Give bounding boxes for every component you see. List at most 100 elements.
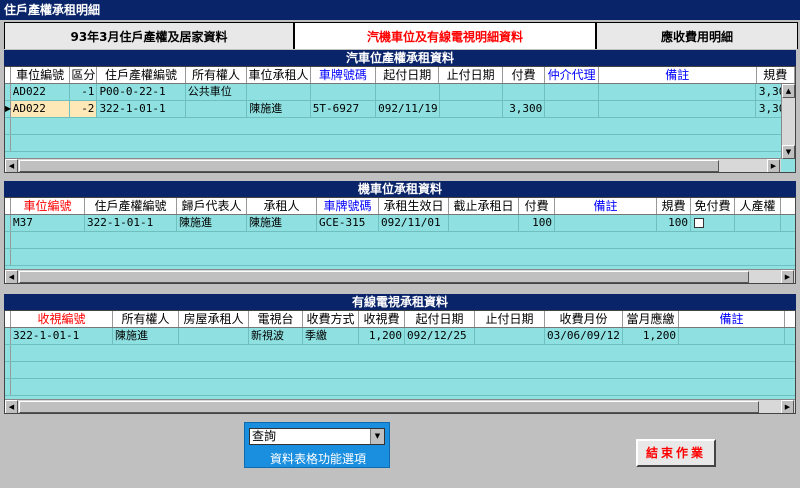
- car-col-owner[interactable]: 所有權人: [186, 67, 248, 83]
- table-row[interactable]: AD022 -1 P00-0-22-1 公共車位 3,300: [5, 84, 795, 101]
- cable-cell[interactable]: [475, 328, 545, 344]
- cable-col-start[interactable]: 起付日期: [405, 311, 475, 327]
- car-col-fee2[interactable]: 規費: [757, 67, 795, 83]
- car-col-note[interactable]: 備註: [599, 67, 757, 83]
- moto-cell[interactable]: 100: [657, 215, 691, 231]
- moto-cell[interactable]: [735, 215, 781, 231]
- car-cell[interactable]: [376, 84, 440, 100]
- moto-cell[interactable]: 陳施進: [177, 215, 247, 231]
- car-cell[interactable]: AD022: [11, 84, 71, 100]
- car-cell[interactable]: [440, 84, 503, 100]
- car-cell[interactable]: 5T-6927: [311, 101, 377, 117]
- cable-col-tenant[interactable]: 房屋承租人: [179, 311, 249, 327]
- function-select[interactable]: 查詢 ▼: [249, 428, 385, 445]
- moto-cell[interactable]: M37: [11, 215, 85, 231]
- scroll-down-icon[interactable]: ▼: [782, 145, 795, 159]
- car-hscroll[interactable]: ◀ ▶: [5, 158, 781, 172]
- car-col-spot-no[interactable]: 車位編號: [11, 67, 71, 83]
- moto-col-tenant[interactable]: 承租人: [247, 198, 317, 214]
- scroll-left-icon[interactable]: ◀: [5, 270, 18, 283]
- cable-col-months[interactable]: 收費月份: [545, 311, 623, 327]
- cable-col-owner[interactable]: 所有權人: [113, 311, 179, 327]
- car-cell[interactable]: 3,300: [503, 101, 546, 117]
- end-session-button[interactable]: 結束作業: [636, 439, 716, 467]
- car-cell[interactable]: 092/11/19: [376, 101, 440, 117]
- scroll-left-icon[interactable]: ◀: [5, 159, 18, 172]
- moto-cell[interactable]: 322-1-01-1: [85, 215, 177, 231]
- cable-cell[interactable]: [679, 328, 785, 344]
- moto-col-fee2[interactable]: 規費: [657, 198, 691, 214]
- moto-col-end[interactable]: 截止承租日: [449, 198, 519, 214]
- car-cell[interactable]: 公共車位: [186, 84, 248, 100]
- moto-col-rep[interactable]: 歸戶代表人: [177, 198, 247, 214]
- cable-cell[interactable]: 1,200: [359, 328, 405, 344]
- scroll-up-icon[interactable]: ▲: [782, 84, 795, 98]
- car-cell[interactable]: AD022: [10, 101, 71, 117]
- moto-col-fee[interactable]: 付費: [519, 198, 555, 214]
- cable-cell[interactable]: 03/06/09/12: [545, 328, 623, 344]
- cable-col-note[interactable]: 備註: [679, 311, 785, 327]
- cable-cell[interactable]: 新視波: [249, 328, 303, 344]
- car-cell[interactable]: [311, 84, 377, 100]
- car-cell[interactable]: [599, 84, 757, 100]
- scroll-thumb[interactable]: [19, 160, 719, 172]
- moto-cell[interactable]: 092/11/01: [379, 215, 449, 231]
- car-col-end-date[interactable]: 止付日期: [439, 67, 503, 83]
- moto-cell[interactable]: 陳施進: [247, 215, 317, 231]
- scroll-right-icon[interactable]: ▶: [781, 400, 794, 413]
- tab-receivables[interactable]: 應收費用明細: [596, 22, 798, 49]
- cable-hscroll[interactable]: ◀ ▶: [5, 399, 795, 413]
- scroll-thumb[interactable]: [19, 401, 759, 413]
- cable-grid[interactable]: 收視編號 所有權人 房屋承租人 電視台 收費方式 收視費 起付日期 止付日期 收…: [4, 310, 796, 414]
- moto-col-plate[interactable]: 車牌號碼: [317, 198, 379, 214]
- moto-col-spot-no[interactable]: 車位編號: [11, 198, 85, 214]
- cable-col-viewer-no[interactable]: 收視編號: [11, 311, 113, 327]
- cable-cell[interactable]: [179, 328, 249, 344]
- chevron-down-icon[interactable]: ▼: [370, 429, 384, 444]
- moto-col-start[interactable]: 承租生效日: [379, 198, 449, 214]
- scroll-right-icon[interactable]: ▶: [781, 270, 794, 283]
- car-cell[interactable]: [440, 101, 503, 117]
- car-col-fee[interactable]: 付費: [503, 67, 546, 83]
- moto-col-note[interactable]: 備註: [555, 198, 657, 214]
- cable-col-fee[interactable]: 收視費: [359, 311, 405, 327]
- moto-col-free[interactable]: 免付費: [691, 198, 735, 214]
- cable-col-pay-method[interactable]: 收費方式: [303, 311, 359, 327]
- cable-cell[interactable]: 季繳: [303, 328, 359, 344]
- table-row[interactable]: 322-1-01-1 陳施進 新視波 季繳 1,200 092/12/25 03…: [5, 328, 795, 345]
- car-cell[interactable]: -1: [70, 84, 98, 100]
- car-cell[interactable]: 322-1-01-1: [97, 101, 186, 117]
- moto-col-property[interactable]: 人產權: [735, 198, 781, 214]
- car-cell[interactable]: 陳施進: [247, 101, 311, 117]
- cable-cell[interactable]: 092/12/25: [405, 328, 475, 344]
- free-checkbox[interactable]: [694, 218, 704, 228]
- moto-cell[interactable]: [555, 215, 657, 231]
- tab-parking-cable[interactable]: 汽機車位及有線電視明細資料: [294, 22, 596, 49]
- cable-col-end[interactable]: 止付日期: [475, 311, 545, 327]
- moto-col-unit-no[interactable]: 住戶產權編號: [85, 198, 177, 214]
- scroll-left-icon[interactable]: ◀: [5, 400, 18, 413]
- scroll-thumb[interactable]: [19, 271, 749, 283]
- car-cell[interactable]: [186, 101, 248, 117]
- car-cell[interactable]: P00-0-22-1: [97, 84, 186, 100]
- car-col-tenant[interactable]: 車位承租人: [247, 67, 311, 83]
- scroll-right-icon[interactable]: ▶: [767, 159, 780, 172]
- car-cell[interactable]: [545, 101, 600, 117]
- car-cell[interactable]: -2: [70, 101, 98, 117]
- car-cell[interactable]: [247, 84, 311, 100]
- cable-col-station[interactable]: 電視台: [249, 311, 303, 327]
- car-cell[interactable]: [503, 84, 546, 100]
- moto-grid[interactable]: 車位編號 住戶產權編號 歸戶代表人 承租人 車牌號碼 承租生效日 截止承租日 付…: [4, 197, 796, 284]
- moto-cell[interactable]: 100: [519, 215, 555, 231]
- cable-cell[interactable]: 1,200: [623, 328, 679, 344]
- car-col-unit-no[interactable]: 住戶產權編號: [97, 67, 186, 83]
- moto-cell[interactable]: [449, 215, 519, 231]
- car-cell[interactable]: [545, 84, 600, 100]
- car-grid[interactable]: 車位編號 區分 住戶產權編號 所有權人 車位承租人 車牌號碼 起付日期 止付日期…: [4, 66, 796, 173]
- car-col-agent[interactable]: 仲介代理: [545, 67, 599, 83]
- cable-col-due[interactable]: 當月應繳: [623, 311, 679, 327]
- cable-cell[interactable]: 陳施進: [113, 328, 179, 344]
- car-cell[interactable]: [599, 101, 757, 117]
- tab-household[interactable]: 93年3月住戶產權及居家資料: [4, 22, 294, 49]
- car-col-start-date[interactable]: 起付日期: [376, 67, 440, 83]
